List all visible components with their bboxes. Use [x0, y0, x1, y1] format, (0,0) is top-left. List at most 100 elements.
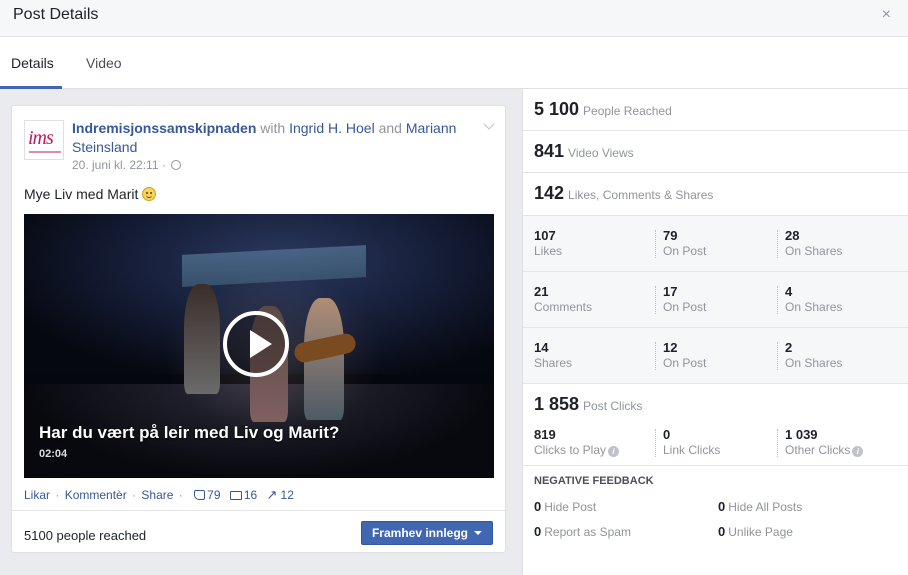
info-icon[interactable]: i [608, 446, 620, 457]
engagement-value: 142 [534, 183, 565, 203]
globe-icon[interactable] [171, 160, 182, 170]
stat-value: 4 [785, 284, 793, 299]
video-performer [184, 284, 220, 394]
post-message: Mye Liv med Marit [24, 186, 157, 202]
hide-post-stat: 0 Hide Post [534, 499, 596, 514]
video-views-metric: 841 Video Views [534, 141, 634, 162]
stat-value: 17 [663, 284, 678, 299]
divider [523, 383, 908, 384]
stat-label: Hide Post [544, 500, 597, 514]
page-logo: ims [28, 127, 54, 149]
post-header: Indremisjonssamskipnaden with Ingrid H. … [72, 119, 472, 157]
avatar[interactable]: ims [24, 120, 64, 160]
post-timestamp[interactable]: 20. juni kl. 22:11 [72, 158, 159, 172]
stat-label: Likes [534, 244, 563, 258]
tab-bar: Details Video [0, 37, 908, 89]
stat-label: Hide All Posts [728, 500, 803, 514]
tagged-user-link[interactable]: Ingrid H. Hoel [289, 120, 375, 136]
clicks-to-play-label: Clicks to Play [534, 443, 607, 457]
report-spam-stat: 0 Report as Spam [534, 524, 631, 539]
close-icon[interactable]: × [882, 7, 891, 23]
column-divider [777, 230, 778, 258]
stat-label: Clicks to Play i [534, 443, 620, 457]
stat-label: On Post [663, 300, 707, 314]
comment-icon [229, 491, 242, 500]
people-reached-label: People Reached [583, 104, 672, 118]
post-clicks-value: 1 858 [534, 394, 580, 414]
action-separator: · [178, 488, 183, 502]
stat-label: On Shares [785, 356, 843, 370]
column-divider [777, 429, 778, 457]
comment-count[interactable]: 16 [229, 488, 257, 502]
divider [523, 327, 908, 328]
stat-value: 0 [718, 524, 726, 539]
engagement-metric: 142 Likes, Comments & Shares [534, 183, 713, 204]
like-count-value: 79 [207, 488, 221, 502]
divider [523, 215, 908, 216]
page-name-link[interactable]: Indremisjonssamskipnaden [72, 120, 256, 136]
people-reached-value: 5 100 [534, 99, 580, 119]
share-link[interactable]: Share [141, 488, 173, 502]
post-card-footer: 5100 people reached Framhev innlegg [12, 510, 505, 552]
likes-on-post-cell: 79 On Post [663, 228, 706, 258]
post-card: ims Indremisjonssamskipnaden with Ingrid… [11, 105, 506, 553]
chevron-down-icon[interactable] [483, 118, 495, 130]
stat-label: On Post [663, 244, 707, 258]
column-divider [655, 286, 656, 314]
action-separator: · [55, 488, 60, 502]
info-icon[interactable]: i [852, 446, 864, 457]
comments-total-cell: 21 Comments [534, 284, 592, 314]
post-clicks-label: Post Clicks [583, 399, 643, 413]
share-icon [267, 487, 279, 503]
dialog-header: Post Details × [0, 0, 908, 37]
other-clicks-cell: 1 039 Other Clicks i [785, 427, 864, 457]
divider [523, 465, 908, 466]
stat-label: Shares [534, 356, 573, 370]
and-label: and [378, 120, 402, 136]
action-separator: · [132, 488, 137, 502]
share-count-value: 12 [280, 488, 294, 502]
tab-video[interactable]: Video [86, 55, 122, 71]
like-link[interactable]: Likar [24, 488, 50, 502]
column-divider [655, 342, 656, 370]
post-meta: 20. juni kl. 22:11 · [72, 158, 182, 172]
stat-value: 0 [663, 427, 671, 442]
stat-label: Unlike Page [728, 525, 793, 539]
link-clicks-cell: 0 Link Clicks [663, 427, 720, 457]
people-reached-metric: 5 100 People Reached [534, 99, 672, 120]
divider [523, 271, 908, 272]
stat-value: 28 [785, 228, 800, 243]
comments-on-post-cell: 17 On Post [663, 284, 706, 314]
tab-details[interactable]: Details [11, 55, 54, 71]
logo-underline [29, 151, 61, 153]
people-reached-text: 5100 people reached [24, 528, 147, 543]
stat-value: 14 [534, 340, 549, 355]
chevron-down-icon [474, 531, 482, 535]
stat-value: 79 [663, 228, 678, 243]
insights-pane: 5 100 People Reached 841 Video Views 142 Li… [522, 89, 908, 575]
video-player[interactable]: Har du vært på leir med Liv og Marit? 02… [24, 214, 494, 478]
stat-value: 819 [534, 427, 556, 442]
comment-link[interactable]: Kommentèr [65, 488, 127, 502]
divider [523, 130, 908, 131]
stat-label: On Shares [785, 300, 843, 314]
video-title: Har du vært på leir med Liv og Marit? [39, 423, 340, 442]
stat-value: 2 [785, 340, 793, 355]
meta-separator: · [161, 158, 166, 172]
play-icon[interactable] [223, 311, 289, 377]
boost-post-button[interactable]: Framhev innlegg [360, 521, 493, 545]
stat-value: 21 [534, 284, 549, 299]
like-count[interactable]: 79 [194, 488, 221, 502]
unlike-page-stat: 0 Unlike Page [718, 524, 793, 539]
column-divider [655, 429, 656, 457]
video-duration: 02:04 [39, 448, 68, 460]
post-preview-pane: ims Indremisjonssamskipnaden with Ingrid… [0, 89, 522, 575]
share-count[interactable]: 12 [267, 487, 294, 503]
smiley-icon [142, 187, 157, 201]
other-clicks-label: Other Clicks [785, 443, 851, 457]
likes-total-cell: 107 Likes [534, 228, 562, 258]
stat-label: Comments [534, 300, 593, 314]
video-views-label: Video Views [568, 146, 634, 160]
column-divider [777, 286, 778, 314]
divider [523, 172, 908, 173]
